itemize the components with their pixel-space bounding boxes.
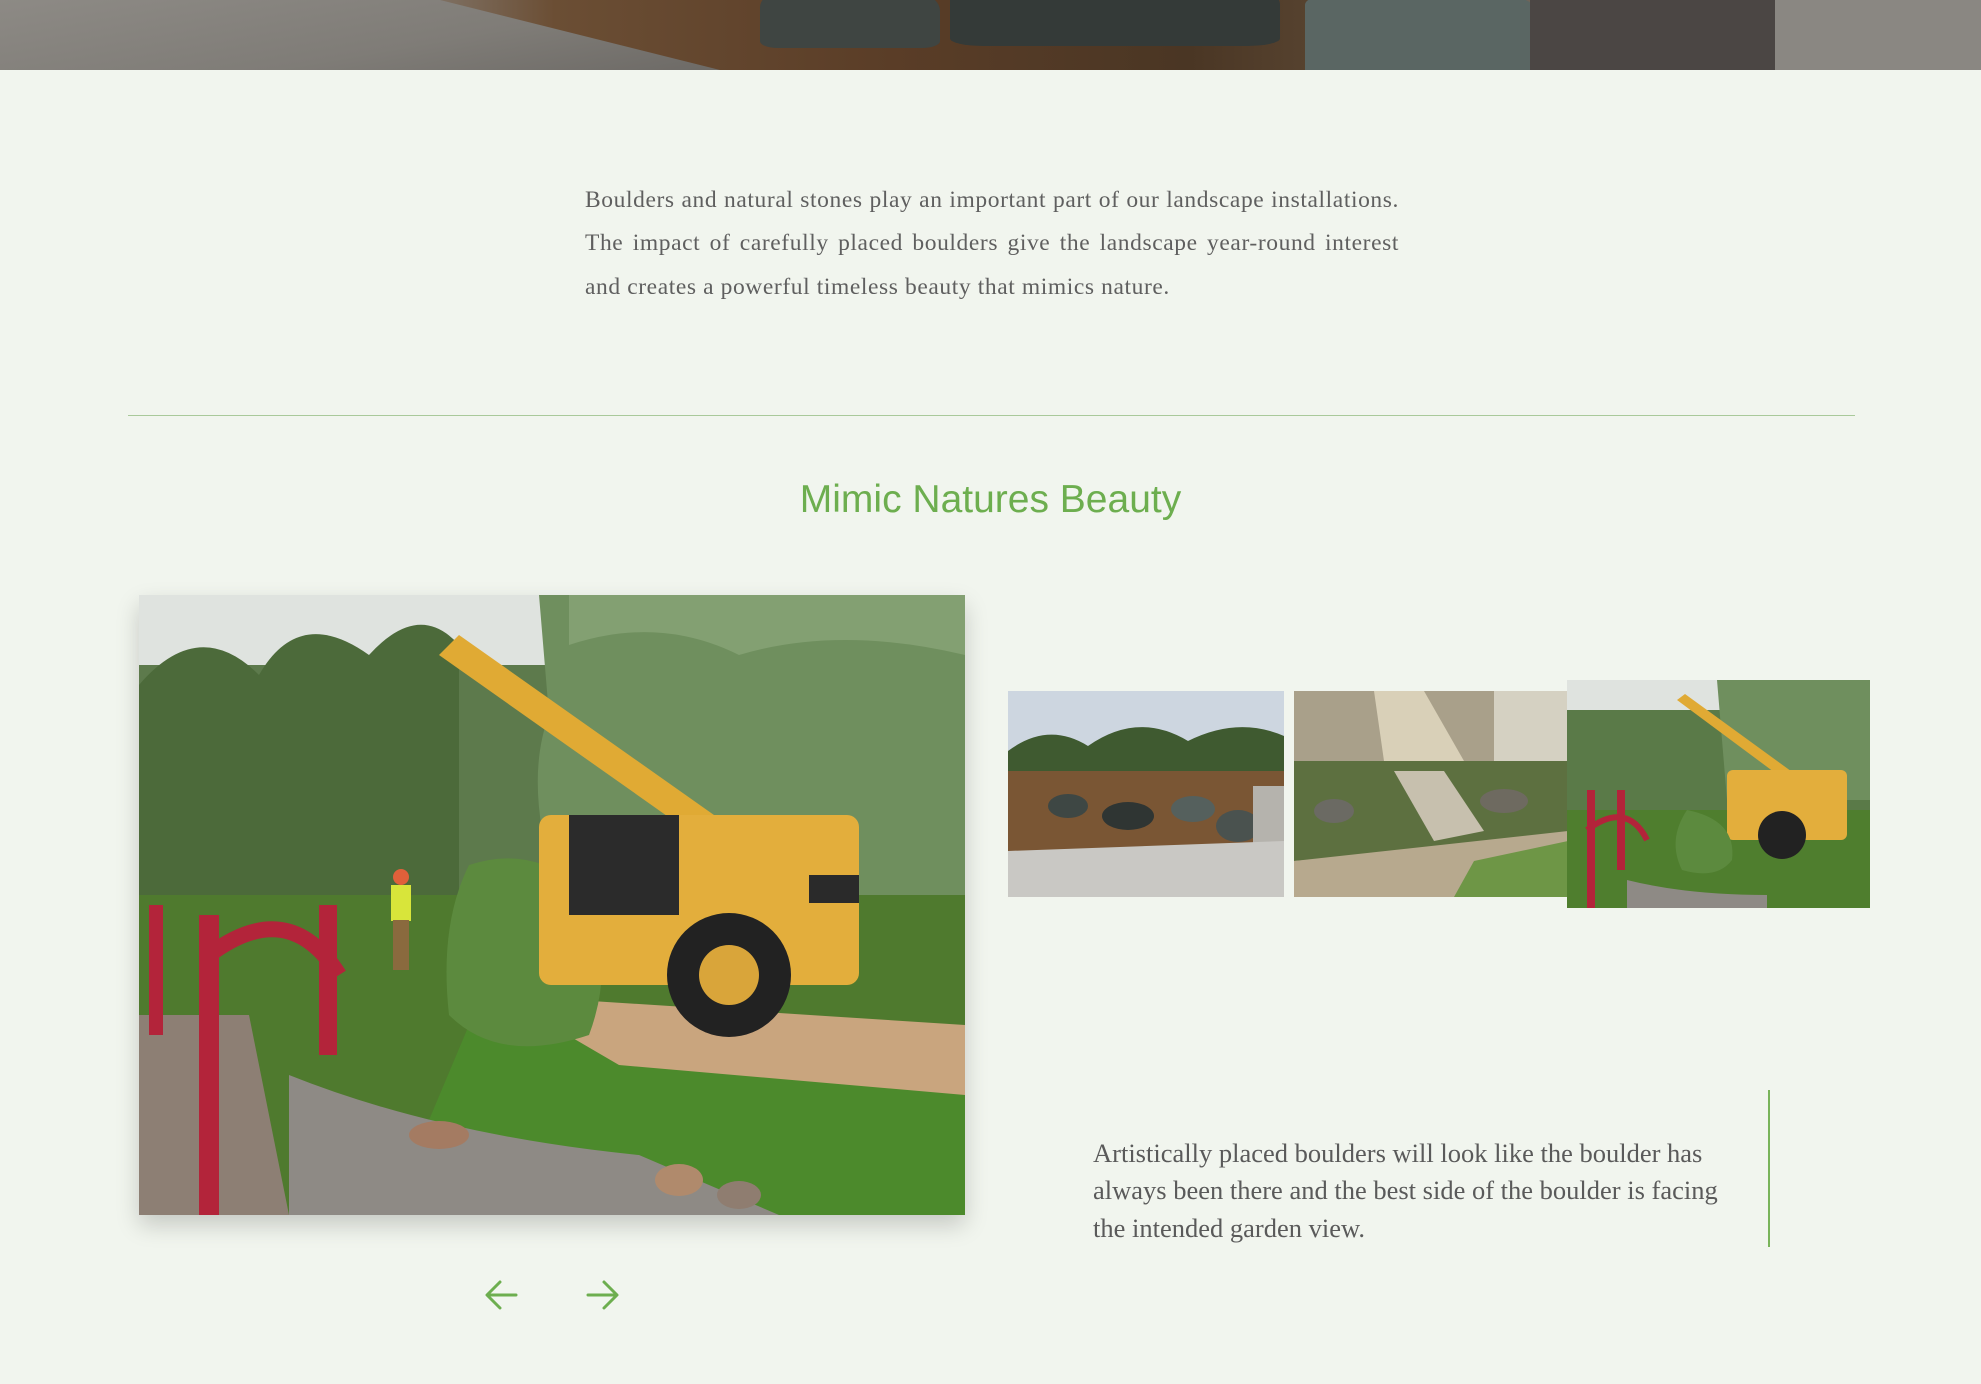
arrow-right-icon	[586, 1280, 619, 1310]
hero-image-strip	[0, 0, 1981, 70]
quote-text: Artistically placed boulders will look l…	[1093, 1137, 1718, 1243]
section-divider	[128, 415, 1855, 416]
hero-boulder	[1305, 0, 1535, 70]
gallery-next-button[interactable]	[582, 1275, 622, 1315]
hero-boulder	[950, 0, 1280, 46]
quote-accent-bar	[1768, 1090, 1770, 1247]
hero-boulder	[760, 0, 940, 48]
section-title: Mimic Natures Beauty	[799, 478, 1182, 521]
hero-wall	[1775, 0, 1981, 70]
gallery-thumbnail-2[interactable]	[1294, 691, 1568, 897]
intro-paragraph: Boulders and natural stones play an impo…	[585, 186, 1399, 300]
gallery-thumbnail-3[interactable]	[1567, 680, 1870, 908]
rock-garden-sidewalk-photo	[1008, 691, 1284, 897]
boulder-placement-crane-photo	[139, 595, 965, 1215]
gallery-prev-button[interactable]	[482, 1275, 522, 1315]
hero-sidewalk	[0, 0, 720, 70]
gallery-thumbnail-1[interactable]	[1008, 691, 1284, 897]
hero-boulder	[1530, 0, 1775, 70]
crane-garden-bridge-photo	[1567, 680, 1870, 908]
main-gallery-photo[interactable]	[139, 595, 965, 1215]
front-yard-steps-photo	[1294, 691, 1568, 897]
arrow-left-icon	[485, 1280, 518, 1310]
